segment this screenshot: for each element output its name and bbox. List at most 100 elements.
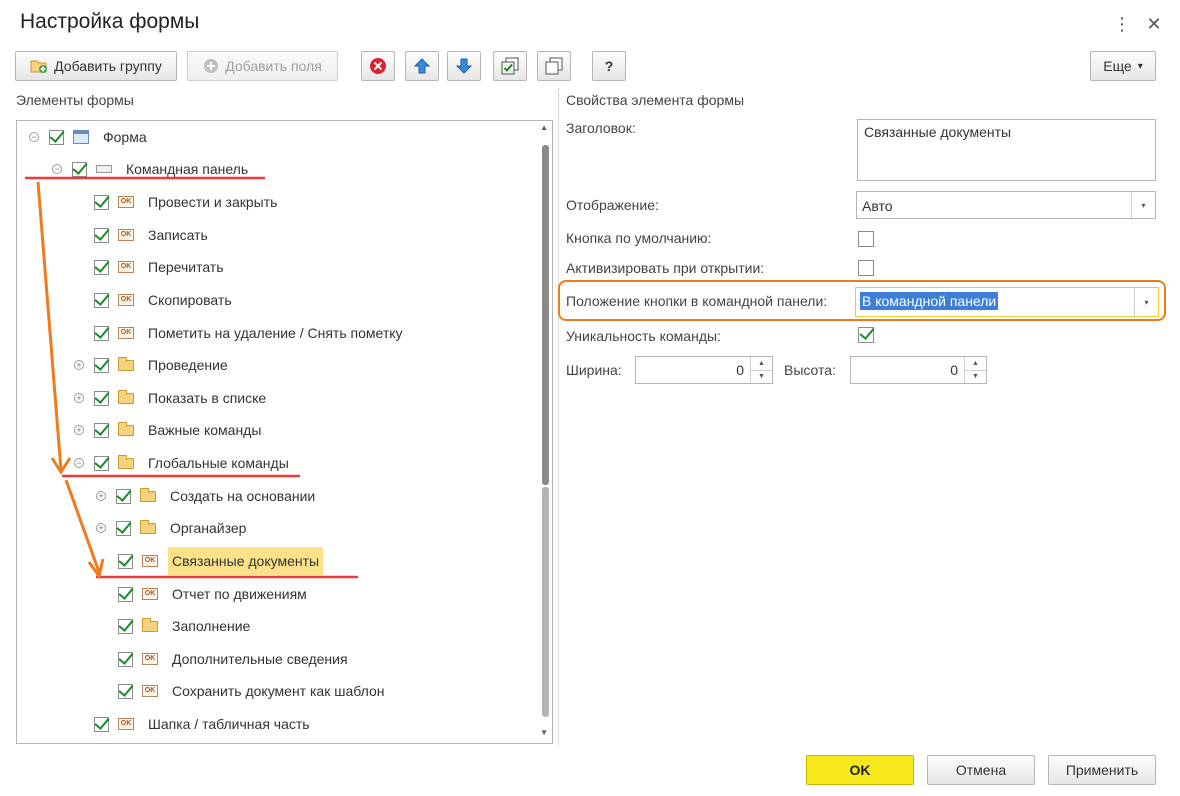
checkbox[interactable] — [94, 716, 109, 732]
expand-icon[interactable]: + — [74, 425, 84, 435]
checkbox[interactable] — [94, 455, 109, 471]
tree-item-save-as-template[interactable]: OK Сохранить документ как шаблон — [118, 678, 384, 704]
scrollbar-track[interactable] — [542, 487, 549, 717]
tree-item-global-commands[interactable]: − Глобальные команды — [74, 450, 289, 476]
checkbox[interactable] — [118, 618, 133, 634]
caption-field[interactable]: Связанные документы — [857, 119, 1156, 181]
button-position-value: В командной панели — [860, 292, 999, 310]
tree-item-header-table[interactable]: OK Шапка / табличная часть — [94, 711, 310, 737]
height-field[interactable]: 0 ▲ ▼ — [850, 356, 987, 384]
close-icon[interactable]: ✕ — [1146, 14, 1162, 35]
tree-item-label: Создать на основании — [170, 488, 316, 504]
tree-item-label: Дополнительные сведения — [172, 651, 348, 667]
scroll-down-icon[interactable]: ▼ — [540, 728, 548, 737]
tree-item-label-selected: Связанные документы — [168, 547, 324, 575]
tree-item-related-documents[interactable]: OK Связанные документы — [118, 547, 324, 575]
tree-item-label: Скопировать — [148, 292, 232, 308]
ok-button[interactable]: OK — [806, 755, 914, 785]
scrollbar-thumb[interactable] — [542, 145, 549, 485]
checkbox[interactable] — [94, 227, 109, 243]
checkbox[interactable] — [118, 586, 133, 602]
tree-item-label: Записать — [148, 227, 208, 243]
tree-item-reread[interactable]: OK Перечитать — [94, 254, 224, 280]
height-stepper[interactable]: ▲ ▼ — [964, 357, 986, 383]
default-button-checkbox[interactable] — [858, 231, 874, 247]
checkbox[interactable] — [94, 194, 109, 210]
tree-item-post-and-close[interactable]: OK Провести и закрыть — [94, 189, 277, 215]
collapse-icon[interactable]: − — [29, 132, 39, 142]
tree-item-copy[interactable]: OK Скопировать — [94, 287, 232, 313]
expand-icon[interactable]: + — [74, 393, 84, 403]
apply-button[interactable]: Применить — [1048, 755, 1156, 785]
checkbox[interactable] — [94, 259, 109, 275]
tree-item-additional-info[interactable]: OK Дополнительные сведения — [118, 646, 348, 672]
delete-button[interactable] — [361, 51, 395, 81]
tree-item-important-commands[interactable]: + Важные команды — [74, 417, 261, 443]
unique-command-checkbox[interactable] — [858, 327, 874, 343]
checkbox[interactable] — [118, 683, 133, 699]
check-all-button[interactable] — [493, 51, 527, 81]
width-value: 0 — [736, 362, 744, 378]
tree-item-label: Шапка / табличная часть — [148, 716, 310, 732]
collapse-icon[interactable]: − — [74, 458, 84, 468]
checkbox[interactable] — [118, 553, 133, 569]
checkbox[interactable] — [118, 651, 133, 667]
move-down-button[interactable] — [447, 51, 481, 81]
folder-icon — [142, 617, 158, 632]
tree-item-movements-report[interactable]: OK Отчет по движениям — [118, 581, 307, 607]
add-icon — [204, 59, 219, 73]
checkbox[interactable] — [94, 390, 109, 406]
checkbox[interactable] — [94, 422, 109, 438]
collapse-icon[interactable]: − — [52, 164, 62, 174]
checkbox[interactable] — [49, 129, 64, 145]
expand-icon[interactable]: + — [96, 523, 106, 533]
cancel-button[interactable]: Отмена — [927, 755, 1035, 785]
check-all-icon — [501, 57, 519, 75]
element-properties-label: Свойства элемента формы — [566, 92, 745, 108]
command-icon: OK — [142, 555, 158, 567]
tree-item-save[interactable]: OK Записать — [94, 222, 208, 248]
checkbox[interactable] — [116, 520, 131, 536]
tree-item-create-based-on[interactable]: + Создать на основании — [96, 483, 315, 509]
command-icon: OK — [142, 685, 158, 697]
tree-item-form[interactable]: − Форма — [29, 124, 147, 150]
add-fields-button[interactable]: Добавить поля — [187, 51, 338, 81]
checkbox[interactable] — [116, 488, 131, 504]
display-select[interactable]: Авто ▾ — [856, 191, 1156, 219]
tree-item-organizer[interactable]: + Органайзер — [96, 515, 246, 541]
dropdown-icon[interactable]: ▾ — [1134, 288, 1158, 316]
dropdown-icon[interactable]: ▾ — [1131, 192, 1155, 218]
tree-item-show-in-list[interactable]: + Показать в списке — [74, 385, 266, 411]
more-options-icon[interactable]: ⋮ — [1113, 14, 1131, 35]
uncheck-all-button[interactable] — [537, 51, 571, 81]
tree-item-command-panel[interactable]: − Командная панель — [52, 156, 248, 182]
add-group-button[interactable]: Добавить группу — [15, 51, 177, 81]
folder-icon — [118, 389, 134, 404]
folder-icon — [118, 454, 134, 469]
button-position-select[interactable]: В командной панели ▾ — [855, 287, 1159, 317]
caption-label: Заголовок: — [566, 120, 636, 136]
width-stepper[interactable]: ▲ ▼ — [750, 357, 772, 383]
width-field[interactable]: 0 ▲ ▼ — [635, 356, 773, 384]
tree-item-filling[interactable]: Заполнение — [118, 613, 250, 639]
help-button[interactable]: ? — [592, 51, 626, 81]
command-panel-icon — [96, 165, 112, 173]
expand-icon[interactable]: + — [96, 491, 106, 501]
activate-on-open-label: Активизировать при открытии: — [566, 260, 765, 276]
tree-item-label: Показать в списке — [148, 390, 267, 406]
more-button[interactable]: Еще ▾ — [1090, 51, 1156, 81]
activate-on-open-checkbox[interactable] — [858, 260, 874, 276]
tree-item-posting[interactable]: + Проведение — [74, 352, 228, 378]
expand-icon[interactable]: + — [74, 360, 84, 370]
form-icon — [73, 130, 89, 144]
tree-item-mark-deletion[interactable]: OK Пометить на удаление / Снять пометку — [94, 320, 403, 346]
checkbox[interactable] — [72, 161, 87, 177]
checkbox[interactable] — [94, 357, 109, 373]
scroll-up-icon[interactable]: ▲ — [540, 123, 548, 132]
checkbox[interactable] — [94, 325, 109, 341]
checkbox[interactable] — [94, 292, 109, 308]
form-elements-tree[interactable]: − Форма − Командная панель OK Провести и… — [16, 120, 553, 744]
tree-item-label: Важные команды — [148, 422, 262, 438]
add-group-label: Добавить группу — [54, 58, 162, 74]
move-up-button[interactable] — [405, 51, 439, 81]
